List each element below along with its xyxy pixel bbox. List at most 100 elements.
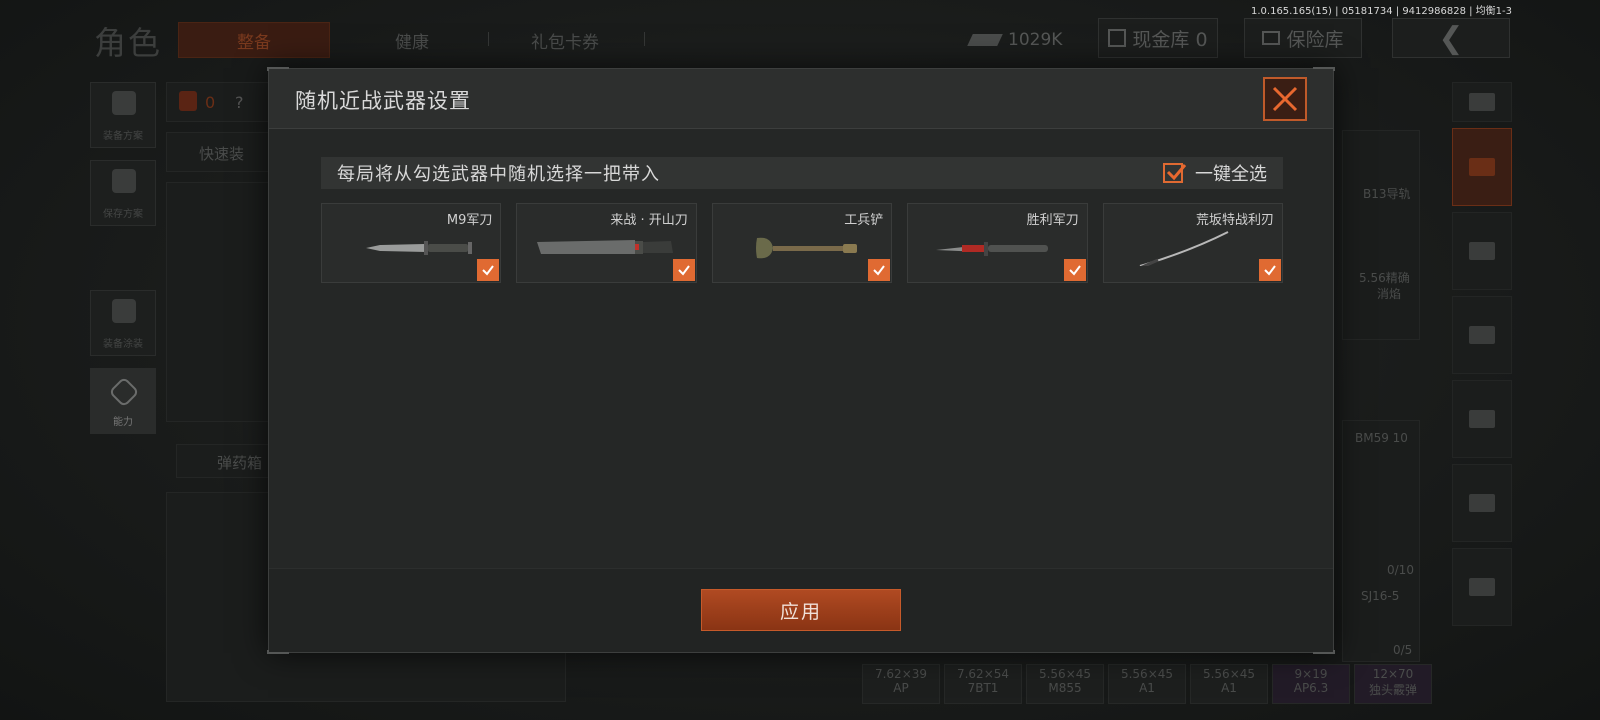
ammo-caliber: 5.56×45 [1120, 667, 1174, 681]
right-category-list [1452, 82, 1512, 632]
weapon-card-shovel[interactable]: 工兵铲 [711, 203, 893, 283]
ammo-type: 7BT1 [967, 681, 999, 695]
ammo-slot[interactable]: 5.56×45 A1 [1108, 664, 1186, 704]
tab-health[interactable]: 健康 [352, 22, 472, 58]
ammo-slot[interactable]: 7.62×54 7BT1 [944, 664, 1022, 704]
tab-gift-coupons[interactable]: 礼包卡券 [500, 22, 630, 58]
ammo-box-label: 弹药箱 [217, 454, 263, 472]
weapon-name: M9军刀 [446, 213, 493, 228]
ammo-slot[interactable]: 12×70 独头霰弹 [1354, 664, 1432, 704]
weapon-list: M9军刀 来战 · 开山刀 工兵铲 胜利军刀 荒坂特战利刃 [321, 203, 1284, 283]
grip-icon [1469, 494, 1495, 512]
left-nav-label: 装备方案 [103, 131, 143, 142]
select-all-label: 一键全选 [1195, 164, 1267, 185]
katana-icon [1139, 231, 1229, 266]
ammo-type: 独头霰弹 [1368, 683, 1417, 697]
currency-value: 1029K [1008, 30, 1063, 50]
magazine-icon [1469, 410, 1495, 428]
weapon-name: 工兵铲 [844, 213, 884, 228]
ammo-box-panel: 弹药箱 [176, 444, 276, 478]
ammo-caliber: 7.62×54 [956, 667, 1010, 681]
backpack-icon [112, 91, 136, 115]
gear-slot-panel [166, 182, 276, 422]
magazine-panel: BM59 10 0/10 SJ16-5 0/5 [1342, 420, 1420, 662]
checkmark-icon [1264, 265, 1276, 276]
cash-icon [967, 34, 1003, 46]
game-screen: 1.0.165.165(15) | 05181734 | 9412986828 … [0, 0, 1600, 720]
page-title: 角色 [94, 24, 163, 62]
stack-icon [1469, 93, 1495, 111]
weapon-checkbox[interactable] [1259, 259, 1282, 281]
checkmark-icon [1166, 164, 1187, 181]
safe-icon [1262, 31, 1281, 45]
ammo-slot[interactable]: 7.62×39 AP [862, 664, 940, 704]
select-all-checkbox[interactable] [1163, 163, 1187, 183]
checkmark-icon [1068, 265, 1081, 276]
helmet-icon [112, 299, 136, 323]
lightning-icon [108, 376, 140, 408]
close-icon [1272, 86, 1298, 112]
weapon-name: 来战 · 开山刀 [610, 213, 688, 228]
attachment-label: 5.56精确 [1359, 271, 1410, 285]
select-all-toggle[interactable]: 一键全选 [1163, 160, 1267, 186]
category-magazine[interactable] [1452, 380, 1512, 458]
layers-icon [1469, 158, 1495, 176]
weapon-checkbox[interactable] [868, 259, 891, 281]
magazine-label: BM59 10 [1355, 431, 1408, 445]
version-label: 1.0.165.165(15) | 05181734 | 9412986828 … [1251, 6, 1512, 17]
download-icon [112, 169, 136, 193]
back-arrow-icon: ❮ [1438, 20, 1464, 56]
ammo-caliber: 5.56×45 [1202, 667, 1256, 681]
weapon-card-m9[interactable]: M9军刀 [321, 203, 502, 283]
gear-paint-button[interactable]: 装备涂装 [90, 290, 156, 356]
weapon-name: 荒坂特战利刃 [1196, 213, 1275, 228]
close-button[interactable] [1263, 77, 1307, 121]
left-nav-label: 保存方案 [103, 209, 143, 220]
cash-vault-button[interactable]: 现金库 0 [1098, 18, 1218, 58]
weapon-name: 胜利军刀 [1026, 213, 1079, 228]
info-bar: 每局将从勾选武器中随机选择一把带入 一键全选 [321, 157, 1283, 189]
weapon-card-arasaka-blade[interactable]: 荒坂特战利刃 [1102, 203, 1284, 283]
magazine-label: SJ16-5 [1361, 589, 1400, 603]
ammo-type: A1 [1139, 681, 1155, 695]
insurance-vault-label: 保险库 [1286, 28, 1344, 51]
category-grip[interactable] [1452, 464, 1512, 542]
weapon-checkbox[interactable] [1063, 259, 1086, 281]
weapon-checkbox[interactable] [477, 259, 500, 281]
ammo-caliber: 9×19 [1294, 667, 1328, 681]
attachment-label: 消焰 [1377, 287, 1402, 301]
ammo-type: AP6.3 [1293, 681, 1329, 695]
ammo-slot[interactable]: 5.56×45 M855 [1026, 664, 1104, 704]
weapon-checkbox[interactable] [672, 259, 695, 281]
save-plan-button[interactable]: 保存方案 [90, 160, 156, 226]
magazine-count: 0/5 [1393, 643, 1413, 657]
category-gear[interactable] [1452, 212, 1512, 290]
modal-footer: 应用 [269, 568, 1333, 652]
armor-icon [1469, 242, 1495, 260]
ammo-type: AP [893, 681, 909, 695]
tab-divider [644, 32, 645, 46]
category-attachment[interactable] [1452, 548, 1512, 626]
apply-button[interactable]: 应用 [701, 589, 901, 631]
ammo-type: M855 [1048, 681, 1082, 695]
attachment-icon [1469, 578, 1495, 596]
category-selected[interactable] [1452, 128, 1512, 206]
weapon-card-machete[interactable]: 来战 · 开山刀 [516, 203, 697, 283]
left-nav: 装备方案 保存方案 装备涂装 能力 [90, 82, 156, 446]
rifle-icon [1469, 326, 1495, 344]
checkmark-icon [678, 265, 690, 276]
tab-gear[interactable]: 整备 [178, 22, 330, 58]
category-stack[interactable] [1452, 82, 1512, 122]
back-button[interactable]: ❮ [1392, 18, 1510, 58]
ammo-caliber: 7.62×39 [874, 667, 928, 681]
victory-knife-icon [936, 242, 1049, 256]
help-icon[interactable]: ? [235, 93, 244, 112]
weapon-card-victory-knife[interactable]: 胜利军刀 [907, 203, 1088, 283]
ammo-slot[interactable]: 5.56×45 A1 [1190, 664, 1268, 704]
loadout-plan-button[interactable]: 装备方案 [90, 82, 156, 148]
insurance-vault-button[interactable]: 保险库 [1244, 18, 1362, 58]
ammo-slot[interactable]: 9×19 AP6.3 [1272, 664, 1350, 704]
tab-divider [488, 32, 489, 46]
ability-button[interactable]: 能力 [90, 368, 156, 434]
category-rifle[interactable] [1452, 296, 1512, 374]
